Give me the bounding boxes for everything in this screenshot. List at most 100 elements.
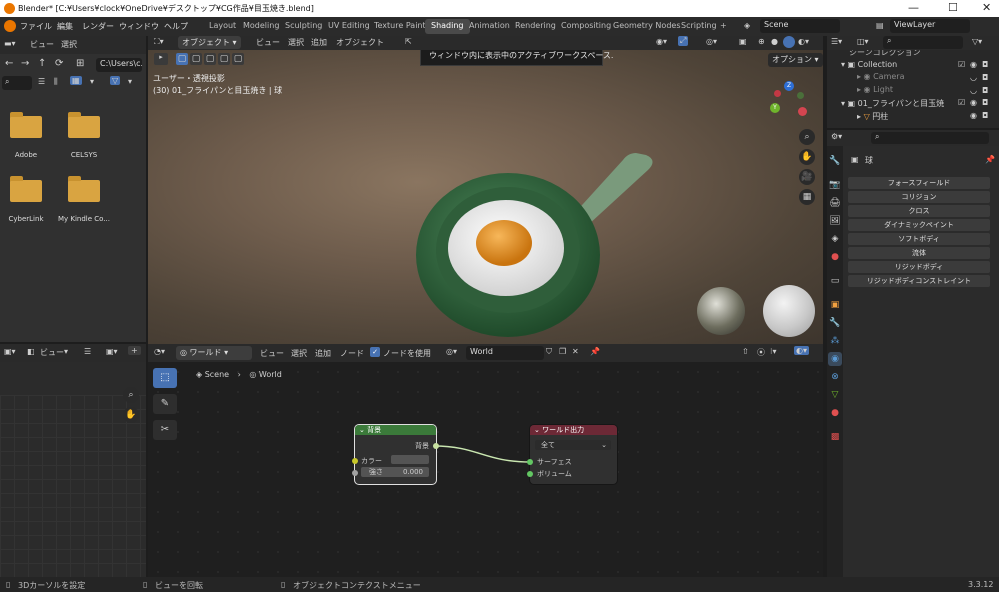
eye-icon[interactable]: ◉: [970, 60, 977, 69]
select-invert-icon[interactable]: ▢: [218, 53, 230, 65]
checkbox-icon[interactable]: ☑: [958, 60, 965, 69]
vp-menu-select[interactable]: 選択: [288, 37, 304, 48]
outliner-search[interactable]: ⌕: [883, 36, 963, 49]
close-icon[interactable]: ✕: [982, 1, 991, 14]
select-tool-icon[interactable]: ▸: [154, 53, 168, 65]
data-tab-icon[interactable]: ▽: [828, 388, 842, 402]
physics-dynamic-paint-button[interactable]: ダイナミックペイント: [848, 219, 990, 231]
shading-material-icon[interactable]: [783, 36, 795, 48]
surface-input-socket[interactable]: [527, 459, 533, 465]
visibility-icon[interactable]: ◉▾: [656, 37, 667, 46]
outliner-row-cylinder[interactable]: ▸ ▽ 円柱: [857, 111, 888, 122]
vp-menu-add[interactable]: 追加: [311, 37, 327, 48]
display-thumbnails-icon[interactable]: ▦: [70, 76, 82, 85]
image-browse-icon[interactable]: ▣▾: [106, 347, 118, 356]
eye-icon[interactable]: ◉: [970, 111, 977, 120]
shading-rendered-icon[interactable]: ◐▾: [798, 37, 809, 46]
select-subtract-icon[interactable]: ▢: [204, 53, 216, 65]
image-mode-icon[interactable]: ◧: [27, 347, 35, 356]
transform-orientation-icon[interactable]: ⇱: [405, 37, 412, 46]
shading-wireframe-icon[interactable]: ⊕: [758, 37, 765, 46]
menu-edit[interactable]: 編集: [57, 21, 73, 32]
new-image-icon[interactable]: +: [128, 346, 141, 355]
search-field[interactable]: ⌕: [2, 76, 32, 90]
options-button[interactable]: オプション ▾: [768, 53, 823, 67]
refresh-icon[interactable]: ⟳: [55, 58, 63, 69]
fb-menu-view[interactable]: ビュー: [30, 39, 54, 50]
viewlayer-selector[interactable]: ViewLayer: [890, 19, 970, 33]
tool-tab-icon[interactable]: 🔧: [828, 154, 842, 168]
vp-menu-view[interactable]: ビュー: [256, 37, 280, 48]
outliner-row-camera[interactable]: ▸ ◉ Camera: [857, 72, 905, 81]
vp-menu-object[interactable]: オブジェクト: [336, 37, 384, 48]
filter-icon[interactable]: ▽: [110, 76, 121, 85]
camera-render-icon[interactable]: ◘: [982, 60, 988, 69]
physics-force-field-button[interactable]: フォースフィールド: [848, 177, 990, 189]
outliner-display-mode-icon[interactable]: ◫▾: [857, 37, 869, 46]
blender-menu-icon[interactable]: [4, 20, 16, 32]
constraints-tab-icon[interactable]: ⊗: [828, 370, 842, 384]
strength-field[interactable]: 強さ 0.000: [361, 467, 429, 477]
outliner-row-collection[interactable]: ▾ ▣ Collection: [841, 60, 897, 69]
menu-help[interactable]: ヘルプ: [164, 21, 188, 32]
forward-icon[interactable]: →: [21, 58, 29, 69]
image-editor-type-icon[interactable]: ▣▾: [4, 347, 16, 356]
physics-rigid-body-button[interactable]: リジッドボディ: [848, 261, 990, 273]
material-tab-icon[interactable]: ●: [828, 406, 842, 420]
select-new-icon[interactable]: ▢: [176, 53, 188, 65]
color-input-socket[interactable]: [352, 458, 358, 464]
eye-icon[interactable]: ◉: [970, 98, 977, 107]
world-output-node[interactable]: ⌄ ワールド出力 全て ⌄ サーフェス ボリューム: [527, 425, 617, 484]
select-intersect-icon[interactable]: ▢: [232, 53, 244, 65]
navigation-gizmo[interactable]: Z Y: [770, 78, 810, 118]
tab-animation[interactable]: Animation: [463, 19, 516, 34]
color-swatch[interactable]: [391, 455, 429, 464]
menu-render[interactable]: レンダー: [82, 21, 114, 32]
physics-fluid-button[interactable]: 流体: [848, 247, 990, 259]
physics-collision-button[interactable]: コリジョン: [848, 191, 990, 203]
outliner-row-light[interactable]: ▸ ◉ Light: [857, 85, 893, 94]
node-editor-panel[interactable]: ◔▾ ◎ ワールド ▾ ビュー 選択 追加 ノード ✓ ノードを使用 ◎▾ Wo…: [148, 344, 823, 577]
gizmo-y-icon[interactable]: Y: [770, 103, 780, 113]
filter-options-icon[interactable]: ▾: [128, 77, 132, 86]
view-layer-tab-icon[interactable]: 🖼: [828, 214, 842, 228]
camera-render-icon[interactable]: ◘: [982, 111, 988, 120]
outliner-row-object[interactable]: ▾ ▣ 01_フライパンと目玉焼: [841, 98, 944, 109]
path-field[interactable]: C:\Users\c...: [96, 58, 142, 72]
world-output-node-header[interactable]: ⌄ ワールド出力: [530, 425, 617, 435]
tab-rendering[interactable]: Rendering: [509, 19, 562, 34]
camera-render-icon[interactable]: ◘: [982, 86, 988, 95]
frying-pan-3d-object[interactable]: [408, 145, 668, 344]
gizmo-x-icon[interactable]: [798, 107, 807, 116]
collection-tab-icon[interactable]: ▭: [828, 274, 842, 288]
add-workspace-button[interactable]: +: [714, 19, 733, 34]
perspective-grid-icon[interactable]: ▦: [799, 189, 815, 205]
menu-file[interactable]: ファイル: [20, 21, 52, 32]
selection-mode-icons[interactable]: ▢ ▢ ▢ ▢ ▢: [176, 53, 244, 65]
fb-menu-select[interactable]: 選択: [61, 39, 77, 50]
camera-render-icon[interactable]: ◘: [982, 73, 988, 82]
display-columns-icon[interactable]: ⫼: [54, 77, 58, 87]
tab-sculpting[interactable]: Sculpting: [279, 19, 328, 34]
overlay-icon[interactable]: ◎▾: [706, 37, 717, 46]
strength-input-socket[interactable]: [352, 470, 358, 476]
select-extend-icon[interactable]: ▢: [190, 53, 202, 65]
physics-tab-icon[interactable]: ◉: [828, 352, 842, 366]
tab-texture-paint[interactable]: Texture Paint: [368, 19, 432, 34]
outliner-editor-type-icon[interactable]: ☰▾: [831, 37, 842, 46]
object-tab-icon[interactable]: ▣: [828, 298, 842, 312]
physics-cloth-button[interactable]: クロス: [848, 205, 990, 217]
pan-hand-icon[interactable]: ✋: [799, 149, 815, 165]
background-output-socket[interactable]: [433, 443, 439, 449]
volume-input-socket[interactable]: [527, 471, 533, 477]
shading-solid-icon[interactable]: ●: [771, 37, 778, 46]
camera-render-icon[interactable]: ◘: [982, 98, 988, 107]
scene-tab-icon[interactable]: ◈: [828, 232, 842, 246]
particles-tab-icon[interactable]: ⁂: [828, 334, 842, 348]
world-tab-icon[interactable]: ●: [828, 250, 842, 264]
physics-rigid-body-constraint-button[interactable]: リジッドボディコンストレイント: [848, 275, 990, 287]
new-folder-icon[interactable]: ⊞: [76, 58, 84, 69]
modifier-tab-icon[interactable]: 🔧: [828, 316, 842, 330]
menu-window[interactable]: ウィンドウ: [119, 21, 159, 32]
output-tab-icon[interactable]: 🖨: [828, 196, 842, 210]
